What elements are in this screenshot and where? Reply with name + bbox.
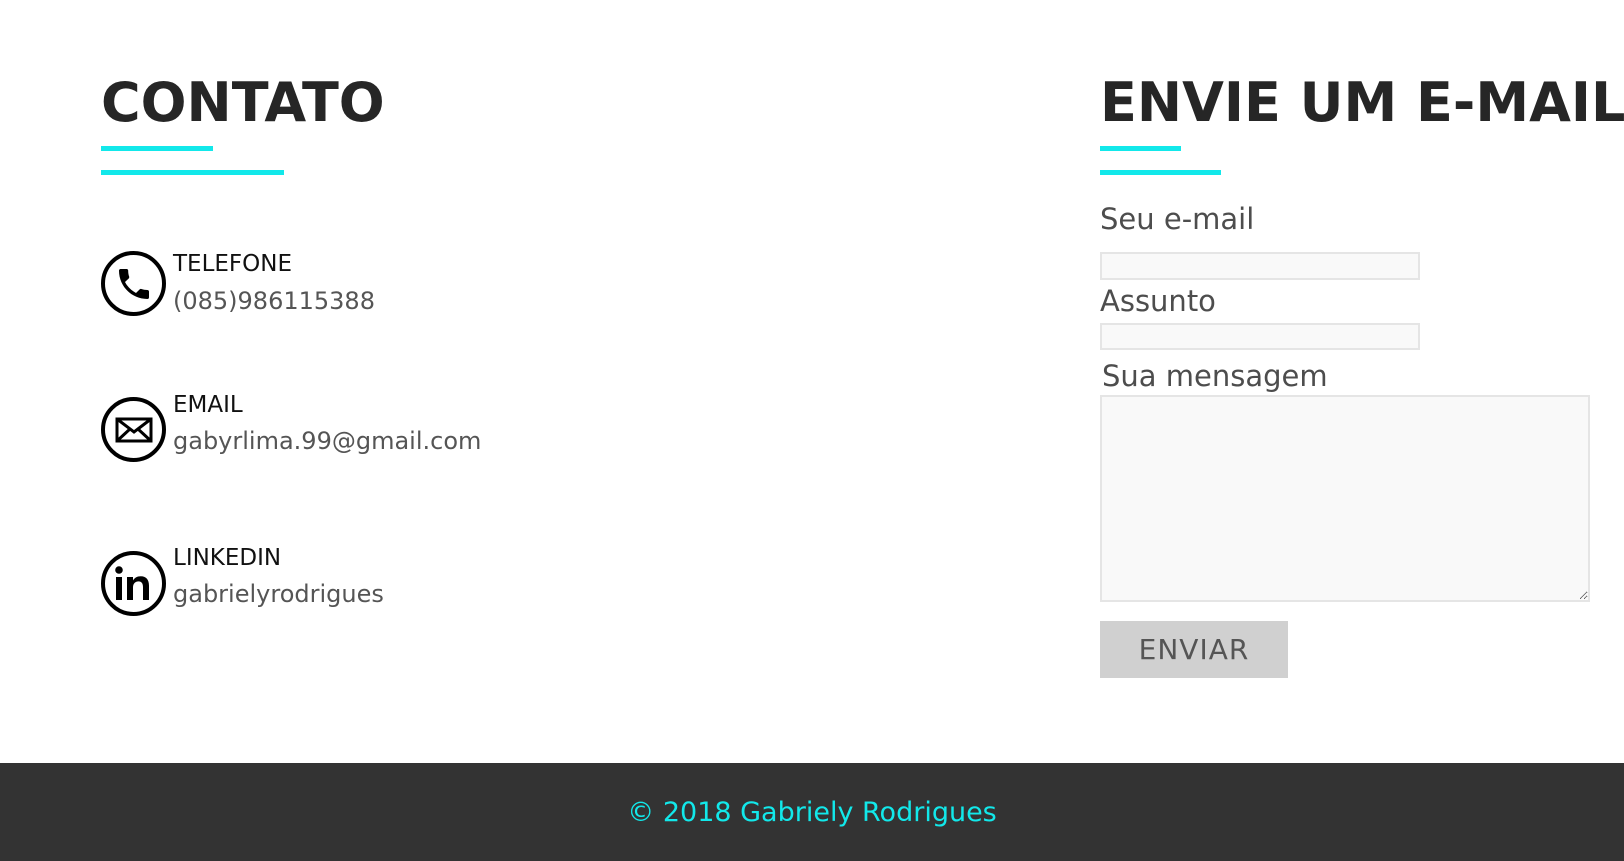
subject-field-label: Assunto xyxy=(1100,284,1216,318)
message-field[interactable] xyxy=(1100,395,1590,602)
email-form-title: ENVIE UM E-MAIL xyxy=(1100,71,1624,134)
footer: © 2018 Gabriely Rodrigues xyxy=(0,763,1624,861)
message-field-label: Sua mensagem xyxy=(1102,359,1328,393)
phone-icon xyxy=(101,251,166,316)
phone-label: TELEFONE xyxy=(173,251,292,277)
email-field-label: Seu e-mail xyxy=(1100,202,1255,236)
envelope-icon xyxy=(101,397,166,462)
linkedin-label: LINKEDIN xyxy=(173,545,282,571)
form-title-underline-short xyxy=(1100,146,1181,151)
title-underline-short xyxy=(101,146,213,151)
form-title-underline-long xyxy=(1100,170,1221,175)
email-field[interactable] xyxy=(1100,252,1420,280)
linkedin-value: gabrielyrodrigues xyxy=(173,580,384,608)
linkedin-icon xyxy=(101,551,166,616)
email-label: EMAIL xyxy=(173,392,243,418)
title-underline-long xyxy=(101,170,284,175)
phone-value: (085)986115388 xyxy=(173,287,375,315)
subject-field[interactable] xyxy=(1100,323,1420,350)
send-button[interactable]: ENVIAR xyxy=(1100,621,1288,678)
email-value: gabyrlima.99@gmail.com xyxy=(173,427,482,455)
contato-title: CONTATO xyxy=(101,71,385,134)
footer-copyright: © 2018 Gabriely Rodrigues xyxy=(627,796,997,828)
